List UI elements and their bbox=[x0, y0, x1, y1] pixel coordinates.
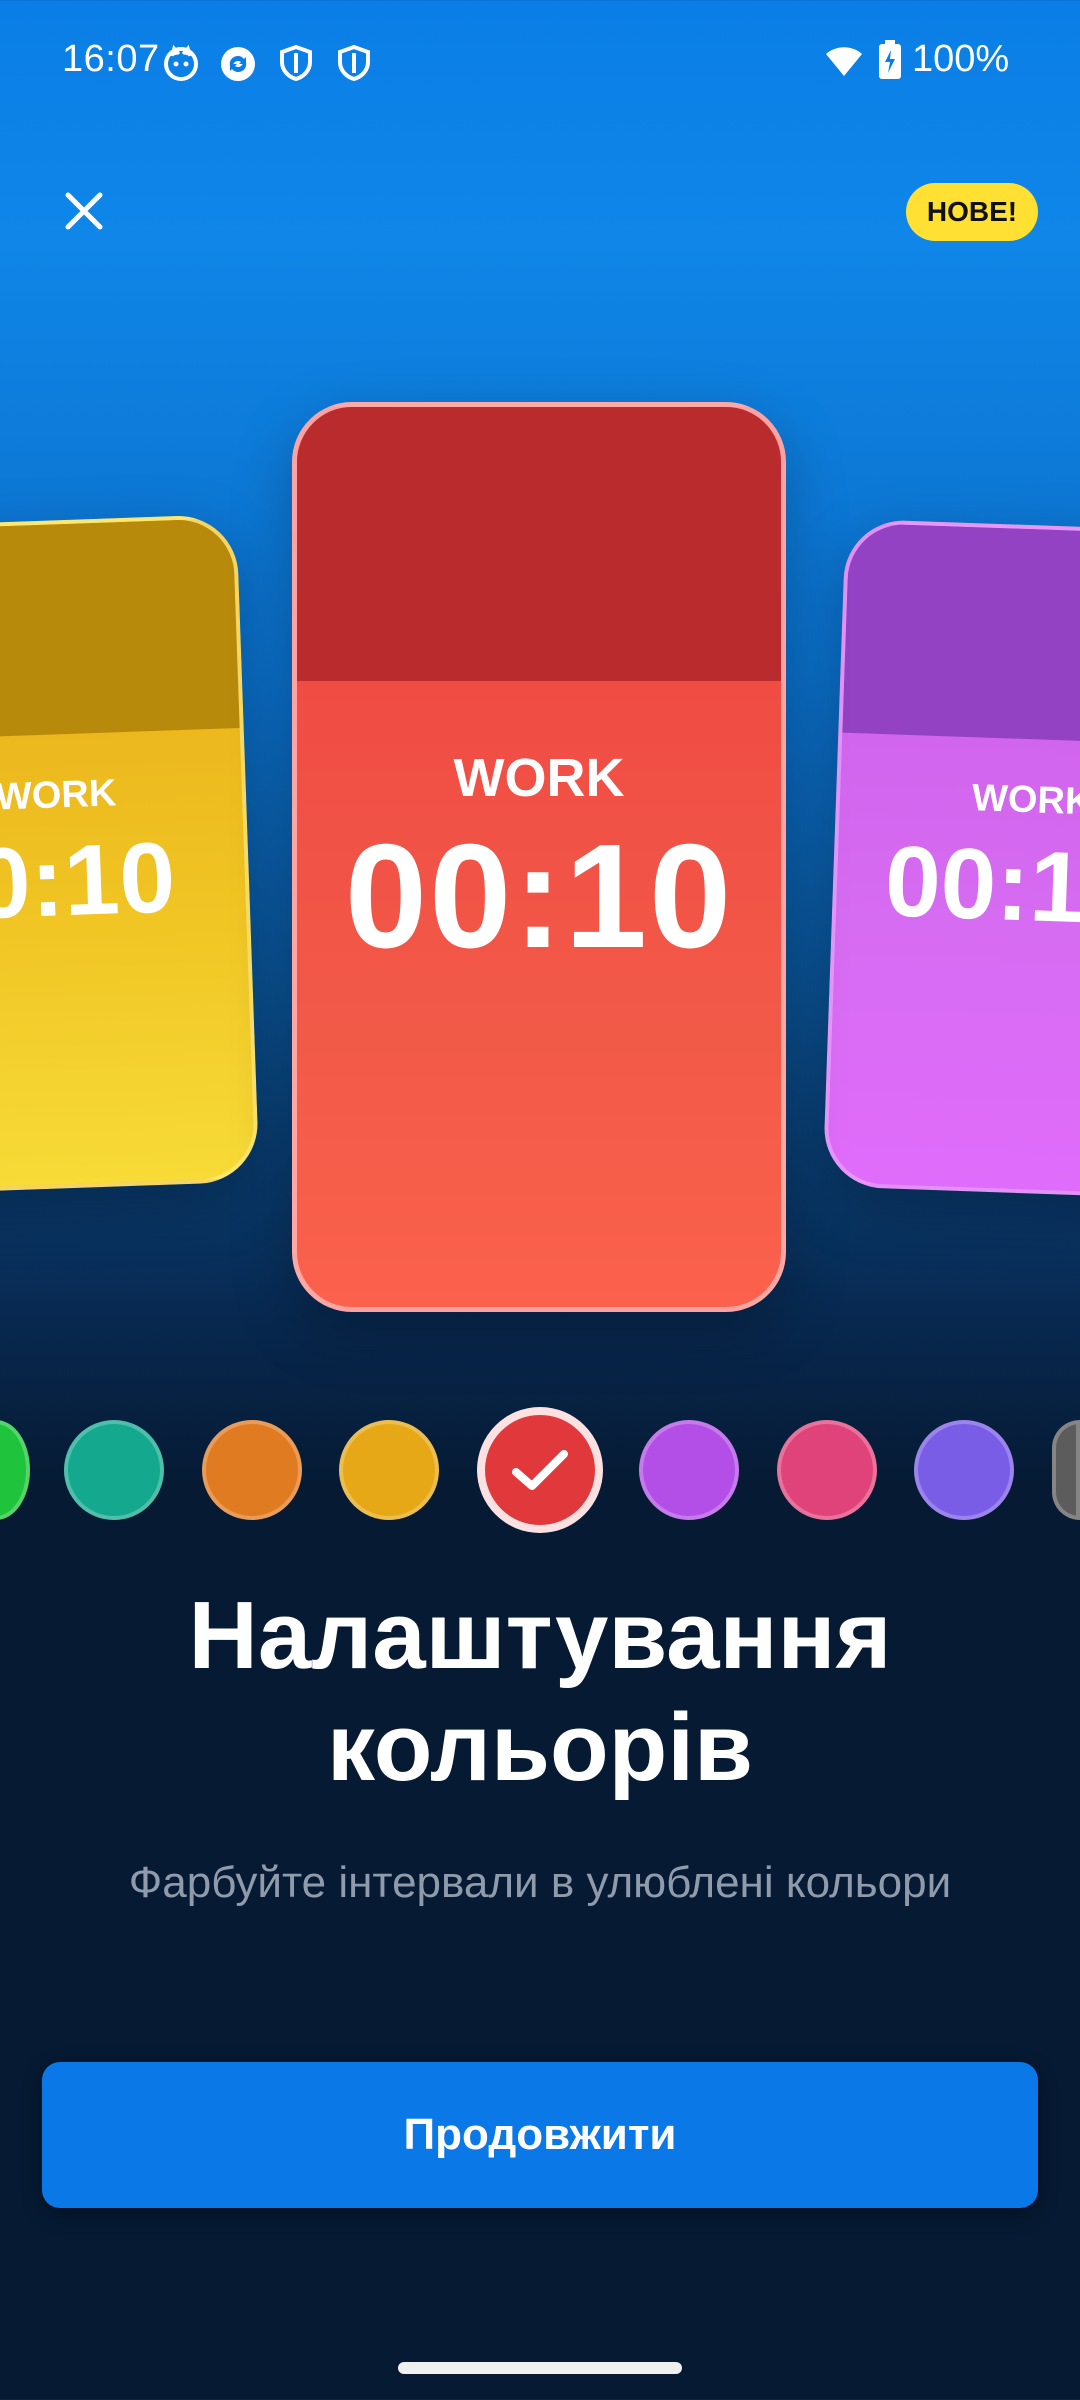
color-swatch-gray[interactable] bbox=[1052, 1420, 1080, 1520]
color-swatch-purple[interactable] bbox=[639, 1420, 739, 1520]
color-swatch-violet[interactable] bbox=[914, 1420, 1014, 1520]
card-interval-label: WORK bbox=[971, 777, 1080, 824]
title-line-1: Налаштування bbox=[188, 1582, 892, 1689]
card-header-band bbox=[0, 518, 240, 741]
page-subtitle: Фарбуйте інтервали в улюблені кольори bbox=[128, 1858, 952, 1907]
battery-percentage: 100% bbox=[912, 38, 1010, 80]
status-time: 16:07 bbox=[62, 38, 160, 80]
color-swatch-orange[interactable] bbox=[202, 1420, 302, 1520]
checkmark-icon bbox=[512, 1450, 568, 1490]
card-timer: 0:10 bbox=[0, 821, 177, 941]
color-preview-card-left: WORK 0:10 bbox=[0, 513, 260, 1195]
card-interval-label: WORK bbox=[453, 748, 625, 808]
status-bar: 16:07 100% bbox=[0, 0, 1080, 110]
new-badge: НОВЕ! bbox=[906, 183, 1038, 241]
close-icon bbox=[65, 192, 103, 230]
continue-button-label: Продовжити bbox=[403, 2110, 677, 2159]
color-swatch-red-selected[interactable] bbox=[477, 1407, 603, 1533]
wifi-icon bbox=[824, 44, 864, 83]
color-swatch-pink[interactable] bbox=[777, 1420, 877, 1520]
battery-charging-icon bbox=[878, 40, 902, 85]
card-header-band bbox=[842, 522, 1080, 746]
cat-face-icon bbox=[162, 44, 200, 82]
sync-icon bbox=[218, 44, 256, 82]
color-swatch-green[interactable] bbox=[0, 1420, 30, 1520]
title-line-2: кольорів bbox=[327, 1694, 753, 1801]
color-swatch-teal[interactable] bbox=[64, 1420, 164, 1520]
page-title: Налаштування кольорів bbox=[0, 1580, 1080, 1804]
color-swatch-yellow[interactable] bbox=[339, 1420, 439, 1520]
card-interval-label: WORK bbox=[0, 772, 117, 819]
continue-button[interactable]: Продовжити bbox=[42, 2062, 1038, 2208]
shield-icon bbox=[278, 44, 316, 82]
home-indicator[interactable] bbox=[398, 2362, 682, 2374]
color-preview-card-center: WORK 00:10 bbox=[292, 402, 786, 1312]
card-timer: 00:10 bbox=[344, 814, 734, 979]
card-timer: 00:1 bbox=[883, 825, 1080, 945]
color-preview-card-right: WORK 00:1 bbox=[822, 518, 1080, 1200]
close-button[interactable] bbox=[48, 175, 120, 247]
shield-icon bbox=[336, 44, 374, 82]
card-header-band bbox=[297, 407, 781, 681]
